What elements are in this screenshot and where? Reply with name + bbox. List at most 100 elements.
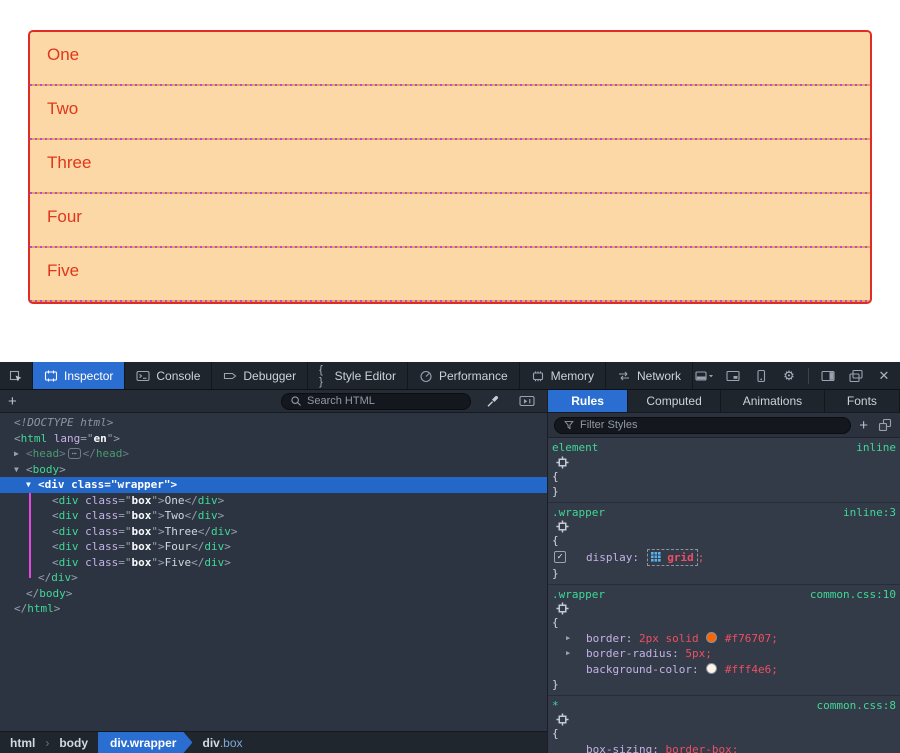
tab-label: Inspector <box>64 369 113 383</box>
pseudo-class-panel-button[interactable] <box>876 414 894 436</box>
dock-caret-button[interactable] <box>693 365 717 387</box>
rule-source-link[interactable]: common.css:10 <box>810 587 896 603</box>
target-icon[interactable] <box>552 713 900 726</box>
rule-selector[interactable]: * <box>552 699 559 712</box>
expand-right-icon[interactable]: ▶ <box>14 446 19 462</box>
code-token: div <box>198 509 218 522</box>
breadcrumb-item-body[interactable]: body <box>49 732 98 753</box>
tab-performance[interactable]: Performance <box>408 362 520 389</box>
code-token: <!DOCTYPE html> <box>14 416 113 429</box>
code-token: </ <box>26 587 39 600</box>
tab-console[interactable]: Console <box>125 362 212 389</box>
target-icon[interactable] <box>552 456 900 469</box>
window-button[interactable] <box>844 365 868 387</box>
property-value[interactable]: #f76707; <box>718 632 778 645</box>
code-token: </ <box>14 602 27 615</box>
performance-icon <box>419 369 433 383</box>
rules-view: element{inline}.wrapper{inline:3✓display… <box>548 438 900 753</box>
sidebar-tab-fonts[interactable]: Fonts <box>825 390 900 412</box>
sidebar-tab-animations[interactable]: Animations <box>721 390 825 412</box>
markup-line[interactable]: <html lang="en"> <box>0 431 547 447</box>
tab-inspector[interactable]: Inspector <box>33 362 125 389</box>
css-declaration[interactable]: background-color: #fff4e6; <box>548 662 900 678</box>
markup-line[interactable]: <div class="box">One</div> <box>0 493 547 509</box>
rule-source-link[interactable]: inline <box>856 440 896 456</box>
markup-line[interactable]: </div> <box>0 570 547 586</box>
markup-line[interactable]: ▼<body> <box>0 462 547 478</box>
code-token: =" <box>104 478 117 491</box>
settings-button[interactable]: ⚙ <box>777 365 801 387</box>
markup-line[interactable]: <!DOCTYPE html> <box>0 415 547 431</box>
declaration-checkbox[interactable]: ✓ <box>554 551 566 563</box>
markup-line[interactable]: </body> <box>0 586 547 602</box>
split-console-button[interactable] <box>721 365 745 387</box>
property-name[interactable]: display: <box>586 551 646 564</box>
property-name[interactable]: background-color: <box>586 663 705 676</box>
property-value[interactable]: 5px; <box>685 647 712 660</box>
sidebar-tab-computed[interactable]: Computed <box>628 390 721 412</box>
breadcrumb-item-div[interactable]: div.box <box>192 732 252 753</box>
responsive-button[interactable] <box>749 365 773 387</box>
css-declaration[interactable]: ✓ display: grid; <box>548 549 900 567</box>
property-value[interactable]: 2px solid <box>639 632 705 645</box>
sidebar-tab-rules[interactable]: Rules <box>548 390 628 412</box>
markup-line[interactable]: </html> <box>0 601 547 617</box>
property-name[interactable]: box-sizing: <box>586 743 665 753</box>
rule-selector[interactable]: .wrapper <box>552 506 605 519</box>
code-token: Three <box>165 525 198 538</box>
dock-side-button[interactable] <box>816 365 840 387</box>
code-token: =" <box>118 540 131 553</box>
expand-shorthand-icon[interactable]: ▶ <box>566 631 570 647</box>
property-value[interactable]: border-box; <box>665 743 738 753</box>
devtools-panel: Inspector Console Debugger { }Style EditorP… <box>0 362 900 753</box>
rule-selector[interactable]: element <box>552 441 598 454</box>
code-token: div <box>204 540 224 553</box>
property-name[interactable]: border: <box>586 632 639 645</box>
markup-line[interactable]: <div class="box">Five</div> <box>0 555 547 571</box>
filter-styles-input[interactable] <box>580 419 720 431</box>
rule-source-link[interactable]: inline:3 <box>843 505 896 521</box>
color-swatch[interactable] <box>706 632 717 643</box>
collapsed-content-badge[interactable]: ⋯ <box>68 448 81 459</box>
add-node-button[interactable]: + <box>8 394 17 409</box>
tab-label: Debugger <box>243 369 296 383</box>
search-icon <box>290 395 302 407</box>
css-declaration[interactable]: box-sizing: border-box; <box>548 742 900 753</box>
search-input[interactable] <box>307 395 447 407</box>
markup-line[interactable]: <div class="box">Three</div> <box>0 524 547 540</box>
markup-line[interactable]: ▶<head>⋯</head> <box>0 446 547 462</box>
rule-source-link[interactable]: common.css:8 <box>817 698 896 714</box>
color-swatch[interactable] <box>706 663 717 674</box>
markup-line[interactable]: <div class="box">Four</div> <box>0 539 547 555</box>
breadcrumb-item-div-wrapper[interactable]: div.wrapper <box>98 732 192 753</box>
eyedropper-button[interactable] <box>481 390 505 412</box>
tab-memory[interactable]: Memory <box>520 362 606 389</box>
add-rule-button[interactable]: + <box>859 418 868 433</box>
close-button[interactable]: ✕ <box>872 365 896 387</box>
tab-network[interactable]: Network <box>606 362 693 389</box>
breadcrumb-item-html[interactable]: html <box>0 732 45 753</box>
markup-line[interactable]: <div class="box">Two</div> <box>0 508 547 524</box>
property-value[interactable]: ; <box>698 551 705 564</box>
print-simulation-button[interactable] <box>515 390 539 412</box>
expand-shorthand-icon[interactable]: ▶ <box>566 646 570 662</box>
code-token: "> <box>151 509 164 522</box>
property-name[interactable]: border-radius: <box>586 647 685 660</box>
breadcrumb-class: .box <box>220 736 243 750</box>
rule-selector[interactable]: .wrapper <box>552 588 605 601</box>
property-value[interactable]: #fff4e6; <box>718 663 778 676</box>
open-brace: { <box>552 470 559 483</box>
grid-highlighter-toggle[interactable]: grid <box>647 549 698 567</box>
css-declaration[interactable]: ▶ border-radius: 5px; <box>548 646 900 662</box>
expand-down-icon[interactable]: ▼ <box>14 462 19 478</box>
expand-down-icon[interactable]: ▼ <box>26 477 31 493</box>
markup-line-selected[interactable]: ▼<div class="wrapper"> <box>0 477 547 493</box>
code-token: > <box>231 525 238 538</box>
tab-style-editor[interactable]: { }Style Editor <box>308 362 408 389</box>
target-icon[interactable] <box>552 520 900 533</box>
tab-debugger[interactable]: Debugger <box>212 362 308 389</box>
css-declaration[interactable]: ▶ border: 2px solid #f76707; <box>548 631 900 647</box>
element-picker-button[interactable] <box>0 362 33 389</box>
code-token: div <box>59 525 79 538</box>
target-icon[interactable] <box>552 602 900 615</box>
